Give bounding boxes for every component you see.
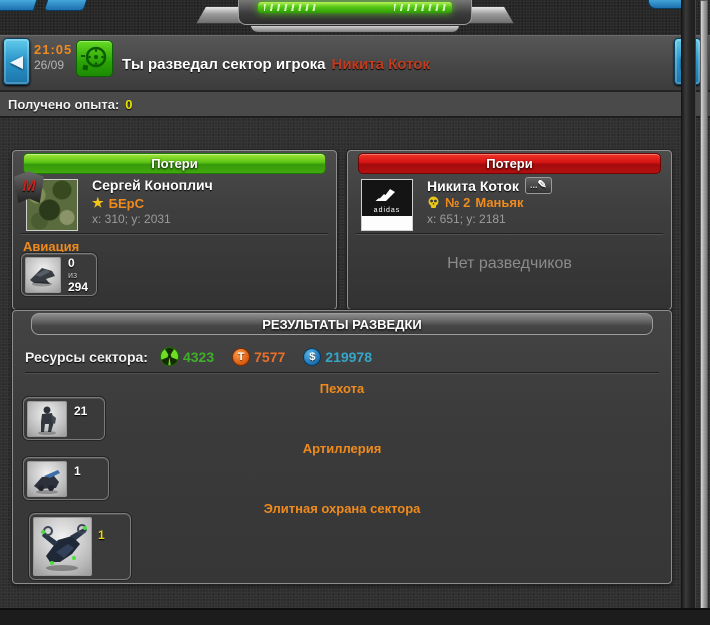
defender-rank-row: № 2 Маньяк	[427, 195, 524, 210]
spy-report-window: ◀ 21:05 26/09 Ты разведал сектор игрока …	[0, 0, 710, 625]
no-scouts-message: Нет разведчиков	[447, 255, 572, 272]
attacker-unit-section-label: Авиация	[23, 239, 80, 254]
attacker-coordinates: x: 310; y: 2031	[92, 212, 171, 226]
attacker-name-text: Сергей Коноплич	[92, 177, 213, 193]
emblem-lip	[250, 25, 460, 33]
resource-credits: $ 219978	[303, 347, 372, 366]
attacker-clan-tag: БЕрС	[108, 195, 144, 211]
results-title: РЕЗУЛЬТАТЫ РАЗВЕДКИ	[31, 313, 653, 335]
scrollbar-track	[681, 0, 696, 625]
experience-value: 0	[125, 96, 133, 112]
credits-value: 219978	[325, 348, 372, 365]
titanite-value: 7577	[254, 348, 286, 365]
elite-guard-unit-slot[interactable]: 1	[29, 513, 131, 580]
top-left-frame-fragment-2	[43, 0, 89, 11]
attacker-losses-panel: Потери M Сергей Коноплич ★ БЕрС x: 310; …	[12, 150, 337, 310]
infantry-unit-slot[interactable]: 21	[23, 397, 105, 440]
infantry-unit-icon	[27, 401, 67, 437]
top-frame-strip	[0, 0, 710, 35]
target-player-link[interactable]: Никита Коток	[332, 56, 430, 73]
resource-uranium: 4323	[159, 347, 215, 366]
elite-guard-unit-icon	[33, 517, 92, 576]
defender-coordinates: x: 651; y: 2181	[427, 212, 506, 226]
defender-avatar-logo: adidas	[362, 180, 412, 216]
artillery-section-title: Артиллерия	[302, 441, 382, 456]
artillery-count: 1	[74, 464, 81, 478]
aviation-total: 294	[68, 280, 89, 294]
star-icon: ★	[92, 195, 104, 210]
pencil-icon: ✎	[537, 179, 547, 191]
attacker-clan-row: ★ БЕрС	[92, 195, 144, 211]
defender-losses-panel: Потери adidas Никита Коток ...✎ № 2 Мань…	[347, 150, 672, 310]
defender-losses-header: Потери	[358, 153, 661, 174]
credits-icon: $	[303, 347, 322, 366]
attacker-panel-divider	[21, 233, 328, 235]
results-divider	[25, 372, 659, 374]
infantry-section-title: Пехота	[319, 381, 365, 396]
scrollbar-thumb[interactable]	[700, 0, 708, 613]
resources-label: Ресурсы сектора:	[25, 348, 148, 365]
uranium-icon	[159, 347, 179, 366]
attacker-losses-header: Потери	[23, 153, 326, 174]
elite-guard-count: 1	[98, 528, 105, 542]
infantry-count: 21	[74, 404, 88, 418]
defender-avatar-word: adidas	[373, 207, 401, 214]
attacker-aviation-slot[interactable]: 0 из 294	[21, 253, 97, 296]
aviation-unit-icon	[25, 257, 61, 293]
skull-icon	[428, 196, 439, 208]
titanite-icon: T	[232, 347, 251, 366]
attacker-clan-emblem-icon: M	[14, 171, 44, 203]
report-time: 21:05	[34, 42, 73, 57]
emblem-hatch-left	[264, 4, 316, 11]
defender-avatar: adidas	[361, 179, 413, 231]
defender-rank-number: № 2	[445, 195, 471, 210]
previous-report-button[interactable]: ◀	[3, 38, 30, 85]
defender-rank-title: Маньяк	[475, 195, 524, 210]
report-message-text: Ты разведал сектор игрока	[122, 56, 326, 73]
emblem-green-bar-icon	[258, 2, 452, 13]
report-message: Ты разведал сектор игрока Никита Коток	[122, 36, 430, 93]
experience-label: Получено опыта:	[8, 96, 120, 112]
aviation-lost: 0	[68, 256, 75, 270]
emblem-hatch-right	[394, 4, 446, 11]
edit-note-button[interactable]: ...✎	[524, 177, 552, 194]
report-banner: ◀ 21:05 26/09 Ты разведал сектор игрока …	[0, 35, 710, 92]
resource-titanite: T 7577	[232, 347, 286, 366]
espionage-results-panel: РЕЗУЛЬТАТЫ РАЗВЕДКИ Ресурсы сектора: 432…	[12, 310, 672, 584]
sector-resources-row: Ресурсы сектора: 4323 T 7577 $ 219978	[25, 347, 382, 366]
defender-name: Никита Коток ...✎	[427, 177, 552, 194]
artillery-unit-icon	[27, 461, 67, 497]
artillery-unit-slot[interactable]: 1	[23, 457, 109, 500]
defender-name-text: Никита Коток	[427, 177, 519, 194]
bottom-frame-bar	[0, 608, 710, 625]
uranium-value: 4323	[182, 348, 215, 365]
experience-row: Получено опыта: 0	[0, 92, 710, 118]
defender-avatar-base	[362, 216, 412, 230]
report-date: 26/09	[34, 58, 65, 72]
top-left-frame-fragment	[0, 0, 39, 11]
attacker-name: Сергей Коноплич	[92, 177, 213, 193]
espionage-radar-icon	[76, 40, 113, 77]
aviation-loss-counter: 0 из 294	[68, 257, 88, 293]
defender-panel-divider	[356, 233, 663, 235]
